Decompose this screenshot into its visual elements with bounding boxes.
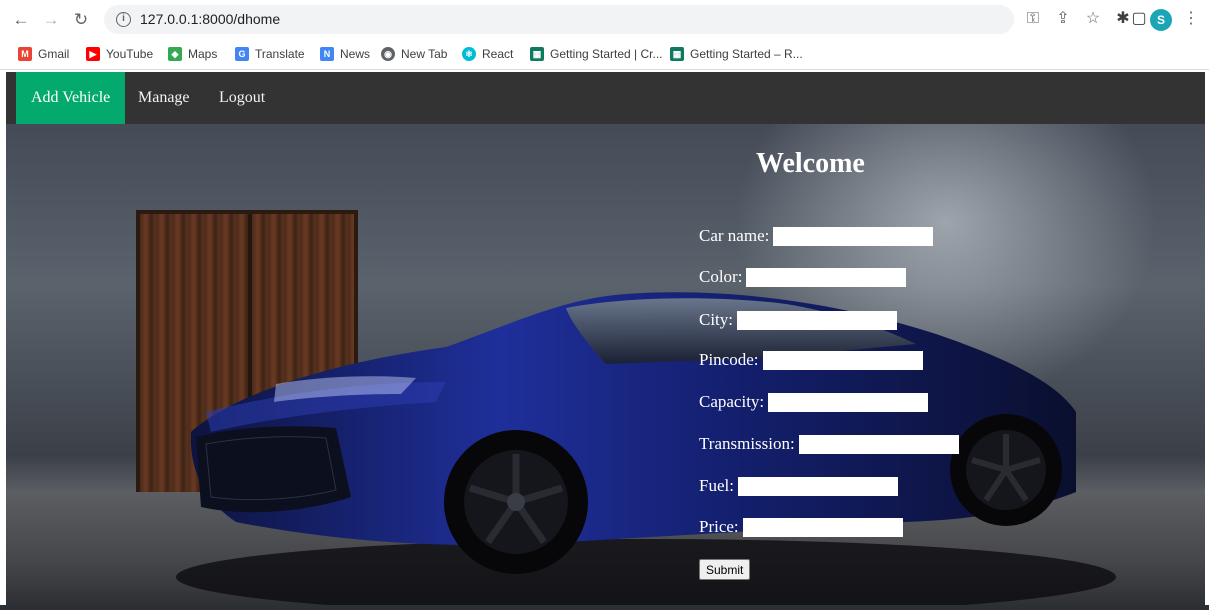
pincode-input[interactable] bbox=[762, 350, 923, 370]
form-row-car-name: Car name: bbox=[699, 225, 934, 247]
page-viewport: Add Vehicle Manage Logout Welcome Car na… bbox=[6, 72, 1205, 605]
reload-icon[interactable]: ↻ bbox=[70, 9, 92, 31]
bookmarks-bar: M Gmail ▶ YouTube ◆ Maps G Translate N N… bbox=[0, 40, 1209, 70]
bookmark-label: Gmail bbox=[38, 47, 70, 61]
bookmark-label: Getting Started | Cr... bbox=[550, 47, 663, 61]
react-icon: ⚛ bbox=[462, 47, 476, 61]
address-bar[interactable]: i 127.0.0.1:8000/dhome bbox=[104, 5, 1014, 34]
color-input[interactable] bbox=[746, 267, 907, 287]
gmail-icon: M bbox=[18, 47, 32, 61]
bookmark-label: Getting Started – R... bbox=[690, 47, 803, 61]
back-arrow-icon[interactable]: ← bbox=[10, 9, 32, 31]
bookmark-getting-started-r[interactable]: ▦ Getting Started – R... bbox=[670, 47, 803, 61]
transmission-input[interactable] bbox=[798, 434, 959, 454]
nav-add-vehicle[interactable]: Add Vehicle bbox=[16, 72, 126, 124]
city-input[interactable] bbox=[737, 310, 898, 330]
password-key-icon[interactable]: ⚿ bbox=[1022, 8, 1044, 30]
top-navbar: Add Vehicle Manage Logout bbox=[6, 72, 1205, 124]
submit-button[interactable]: Submit bbox=[699, 559, 751, 580]
capacity-input[interactable] bbox=[768, 392, 929, 412]
browser-toolbar: ← → ↻ i 127.0.0.1:8000/dhome ⚿ ⇪ ☆ ✱ ▢ S… bbox=[0, 0, 1209, 40]
fuel-input[interactable] bbox=[737, 476, 898, 496]
pincode-label: Pincode: bbox=[699, 350, 759, 369]
bookmark-label: News bbox=[340, 47, 371, 61]
forward-arrow-icon[interactable]: → bbox=[40, 9, 62, 31]
bookmark-label: Translate bbox=[255, 47, 305, 61]
nav-logout[interactable]: Logout bbox=[204, 72, 280, 124]
price-input[interactable] bbox=[742, 517, 903, 537]
color-label: Color: bbox=[699, 267, 743, 286]
bookmark-react[interactable]: ⚛ React bbox=[462, 47, 513, 61]
fuel-label: Fuel: bbox=[699, 476, 734, 495]
bookmark-label: YouTube bbox=[106, 47, 154, 61]
getting-started-icon: ▦ bbox=[670, 47, 684, 61]
bookmark-label: React bbox=[482, 47, 514, 61]
translate-icon: G bbox=[235, 47, 249, 61]
bookmark-translate[interactable]: G Translate bbox=[235, 47, 305, 61]
youtube-icon: ▶ bbox=[86, 47, 100, 61]
form-row-fuel: Fuel: bbox=[699, 475, 898, 497]
form-row-capacity: Capacity: bbox=[699, 391, 929, 413]
bookmark-getting-started-cr[interactable]: ▦ Getting Started | Cr... bbox=[530, 47, 663, 61]
capacity-label: Capacity: bbox=[699, 392, 765, 411]
city-label: City: bbox=[699, 310, 734, 329]
form-row-city: City: bbox=[699, 309, 898, 331]
share-icon[interactable]: ⇪ bbox=[1052, 8, 1074, 30]
url-text[interactable]: 127.0.0.1:8000/dhome bbox=[140, 11, 280, 27]
bookmark-label: New Tab bbox=[401, 47, 448, 61]
form-row-price: Price: bbox=[699, 516, 903, 538]
form-row-pincode: Pincode: bbox=[699, 349, 923, 371]
bookmark-maps[interactable]: ◆ Maps bbox=[168, 47, 217, 61]
car-background-image bbox=[176, 292, 1116, 605]
page-title: Welcome bbox=[756, 148, 865, 179]
bookmark-news[interactable]: N News bbox=[320, 47, 370, 61]
form-row-color: Color: bbox=[699, 266, 907, 288]
site-info-icon[interactable]: i bbox=[116, 12, 131, 27]
maps-icon: ◆ bbox=[168, 47, 182, 61]
taskbar-edge bbox=[0, 605, 1209, 610]
news-icon: N bbox=[320, 47, 334, 61]
bookmark-gmail[interactable]: M Gmail bbox=[18, 47, 69, 61]
price-label: Price: bbox=[699, 517, 739, 536]
transmission-label: Transmission: bbox=[699, 434, 795, 453]
nav-manage[interactable]: Manage bbox=[123, 72, 205, 124]
car-name-input[interactable] bbox=[773, 226, 934, 246]
bookmark-label: Maps bbox=[188, 47, 218, 61]
side-panel-icon[interactable]: ▢ bbox=[1128, 8, 1150, 30]
getting-started-icon: ▦ bbox=[530, 47, 544, 61]
car-name-label: Car name: bbox=[699, 226, 770, 245]
form-row-transmission: Transmission: bbox=[699, 433, 959, 455]
bookmark-youtube[interactable]: ▶ YouTube bbox=[86, 47, 153, 61]
more-menu-icon[interactable]: ⋮ bbox=[1180, 8, 1202, 30]
profile-avatar[interactable]: S bbox=[1150, 9, 1172, 31]
new-tab-icon: ◉ bbox=[381, 47, 395, 61]
bookmark-new-tab[interactable]: ◉ New Tab bbox=[381, 47, 447, 61]
bookmark-star-icon[interactable]: ☆ bbox=[1082, 8, 1104, 30]
